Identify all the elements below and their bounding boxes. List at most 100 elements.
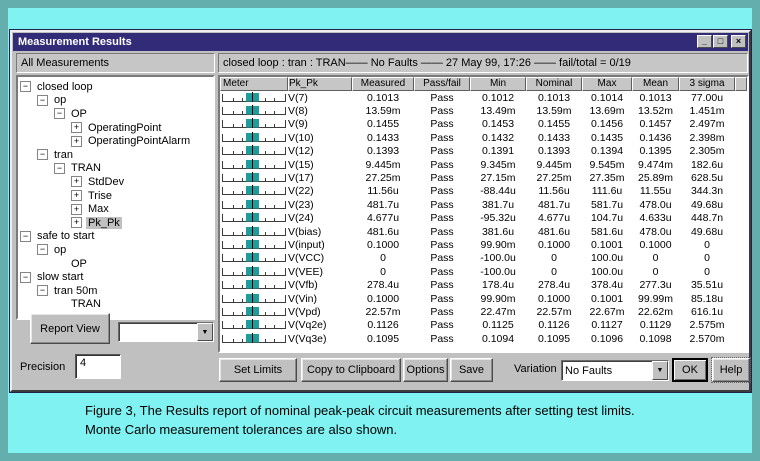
tree-item-label[interactable]: tran 50m <box>52 285 99 297</box>
expand-icon[interactable]: + <box>71 136 82 147</box>
tree-item-tran[interactable]: −TRAN <box>18 162 213 176</box>
ok-button[interactable]: OK <box>672 358 708 382</box>
expand-icon[interactable]: + <box>71 217 82 228</box>
tree-item-safe-to-start[interactable]: −safe to start <box>18 230 213 244</box>
tree-item-label[interactable]: safe to start <box>35 230 96 242</box>
tree-item-label[interactable]: OP <box>69 108 89 120</box>
column-header-mean[interactable]: Mean <box>632 77 679 91</box>
collapse-icon[interactable]: − <box>54 108 65 119</box>
tree-item-op[interactable]: −OP <box>18 107 213 121</box>
table-row[interactable]: V(7)0.1013Pass0.10120.10130.10140.101377… <box>220 91 747 104</box>
column-header-passfail[interactable]: Pass/fail <box>414 77 470 91</box>
tree-item-label[interactable]: tran <box>52 149 75 161</box>
expand-icon[interactable]: + <box>71 204 82 215</box>
table-row[interactable]: V(8)13.59mPass13.49m13.59m13.69m13.52m1.… <box>220 104 747 117</box>
table-row[interactable]: V(15)9.445mPass9.345m9.445m9.545m9.474m1… <box>220 158 747 171</box>
table-row[interactable]: V(VEE)0Pass-100.0u0100.0u00 <box>220 265 747 278</box>
tree-item-label[interactable]: TRAN <box>69 298 103 310</box>
table-row[interactable]: V(Vfb)278.4uPass178.4u278.4u378.4u277.3u… <box>220 278 747 291</box>
collapse-icon[interactable]: − <box>20 272 31 283</box>
collapse-icon[interactable]: − <box>54 163 65 174</box>
chevron-down-icon[interactable]: ▼ <box>652 361 668 380</box>
collapse-icon[interactable]: − <box>37 95 48 106</box>
precision-input[interactable]: 4 <box>75 354 121 379</box>
chevron-down-icon[interactable]: ▼ <box>197 323 213 341</box>
tree-item-operatingpointalarm[interactable]: + OperatingPointAlarm <box>18 134 213 148</box>
table-row[interactable]: V(17)27.25mPass27.15m27.25m27.35m25.89m6… <box>220 171 747 184</box>
tree-item-closed-loop[interactable]: −closed loop <box>18 80 213 94</box>
measurement-tree[interactable]: −closed loop−op−OP+OperatingPoint+Operat… <box>16 75 215 320</box>
tree-item-op[interactable]: −op <box>18 94 213 108</box>
options-button[interactable]: Options <box>403 358 448 382</box>
tree-item-trise[interactable]: + Trise <box>18 189 213 203</box>
collapse-icon[interactable]: − <box>37 244 48 255</box>
table-row[interactable]: V(Vq3e)0.1095Pass0.10940.10950.10960.109… <box>220 332 747 345</box>
expand-icon[interactable]: + <box>71 190 82 201</box>
row-name: V(17) <box>288 172 352 184</box>
tree-item-pk-pk[interactable]: + Pk_Pk <box>18 216 213 230</box>
save-button[interactable]: Save <box>450 358 493 382</box>
tree-item-label[interactable]: OperatingPointAlarm <box>86 135 192 147</box>
table-row[interactable]: V(VCC)0Pass-100.0u0100.0u00 <box>220 252 747 265</box>
tree-item-op[interactable]: OP <box>18 257 213 271</box>
variation-combobox[interactable]: No Faults ▼ <box>561 360 669 381</box>
cell-measured: 0.1433 <box>352 132 414 144</box>
row-name: V(Vq3e) <box>288 333 352 345</box>
tree-item-label[interactable]: Trise <box>86 190 114 202</box>
window-titlebar[interactable]: Measurement Results _ □ × <box>13 33 748 51</box>
table-row[interactable]: V(Vin)0.1000Pass99.90m0.10000.100199.99m… <box>220 292 747 305</box>
report-view-combobox[interactable]: ▼ <box>118 322 214 342</box>
tree-item-tran[interactable]: TRAN <box>18 298 213 312</box>
expand-icon[interactable]: + <box>71 176 82 187</box>
close-icon[interactable]: × <box>731 35 746 48</box>
tree-item-label[interactable]: slow start <box>35 271 85 283</box>
table-row[interactable]: V(22)11.56uPass-88.44u11.56u111.6u11.55u… <box>220 185 747 198</box>
expand-icon[interactable]: + <box>71 122 82 133</box>
table-row[interactable]: V(23)481.7uPass381.7u481.7u581.7u478.0u4… <box>220 198 747 211</box>
column-header-pkpk[interactable]: Pk_Pk <box>288 77 352 91</box>
column-header-max[interactable]: Max <box>582 77 632 91</box>
collapse-icon[interactable]: − <box>37 149 48 160</box>
tree-item-label[interactable]: Pk_Pk <box>86 217 122 229</box>
tree-item-stddev[interactable]: + StdDev <box>18 175 213 189</box>
table-row[interactable]: V(24)4.677uPass-95.32u4.677u104.7u4.633u… <box>220 212 747 225</box>
column-header-meter[interactable]: Meter <box>220 77 288 91</box>
set-limits-button[interactable]: Set Limits <box>219 358 297 382</box>
collapse-icon[interactable]: − <box>37 285 48 296</box>
tree-item-label[interactable]: OperatingPoint <box>86 122 163 134</box>
tree-item-label[interactable]: StdDev <box>86 176 126 188</box>
minimize-icon[interactable]: _ <box>697 35 712 48</box>
collapse-icon[interactable]: − <box>20 231 31 242</box>
cell-passfail: Pass <box>414 105 470 117</box>
tree-item-label[interactable]: OP <box>69 258 89 270</box>
tree-item-op[interactable]: −op <box>18 243 213 257</box>
tree-item-label[interactable]: TRAN <box>69 162 103 174</box>
table-row[interactable]: V(9)0.1455Pass0.14530.14550.14560.14572.… <box>220 118 747 131</box>
table-row[interactable]: V(12)0.1393Pass0.13910.13930.13940.13952… <box>220 145 747 158</box>
row-name: V(22) <box>288 185 352 197</box>
tree-item-tran-50m[interactable]: −tran 50m <box>18 284 213 298</box>
report-view-button[interactable]: Report View <box>30 313 110 344</box>
table-row[interactable]: V(Vq2e)0.1126Pass0.11250.11260.11270.112… <box>220 319 747 332</box>
collapse-icon[interactable]: − <box>20 81 31 92</box>
tree-item-slow-start[interactable]: −slow start <box>18 270 213 284</box>
column-header-3sigma[interactable]: 3 sigma <box>679 77 735 91</box>
table-row[interactable]: V(10)0.1433Pass0.14320.14330.14350.14362… <box>220 131 747 144</box>
tree-item-label[interactable]: op <box>52 94 68 106</box>
cell-min: 27.15m <box>470 172 526 184</box>
tree-item-label[interactable]: op <box>52 244 68 256</box>
tree-item-label[interactable]: Max <box>86 203 111 215</box>
copy-to-clipboard-button[interactable]: Copy to Clipboard <box>301 358 401 382</box>
tree-item-max[interactable]: + Max <box>18 202 213 216</box>
table-row[interactable]: V(Vpd)22.57mPass22.47m22.57m22.67m22.62m… <box>220 305 747 318</box>
tree-item-operatingpoint[interactable]: + OperatingPoint <box>18 121 213 135</box>
column-header-min[interactable]: Min <box>470 77 526 91</box>
table-row[interactable]: V(input)0.1000Pass99.90m0.10000.10010.10… <box>220 238 747 251</box>
tree-item-tran[interactable]: −tran <box>18 148 213 162</box>
column-header-nominal[interactable]: Nominal <box>526 77 582 91</box>
tree-item-label[interactable]: closed loop <box>35 81 95 93</box>
help-button[interactable]: Help <box>712 358 750 382</box>
column-header-measured[interactable]: Measured <box>352 77 414 91</box>
table-row[interactable]: V(bias)481.6uPass381.6u481.6u581.6u478.0… <box>220 225 747 238</box>
maximize-icon[interactable]: □ <box>713 35 728 48</box>
